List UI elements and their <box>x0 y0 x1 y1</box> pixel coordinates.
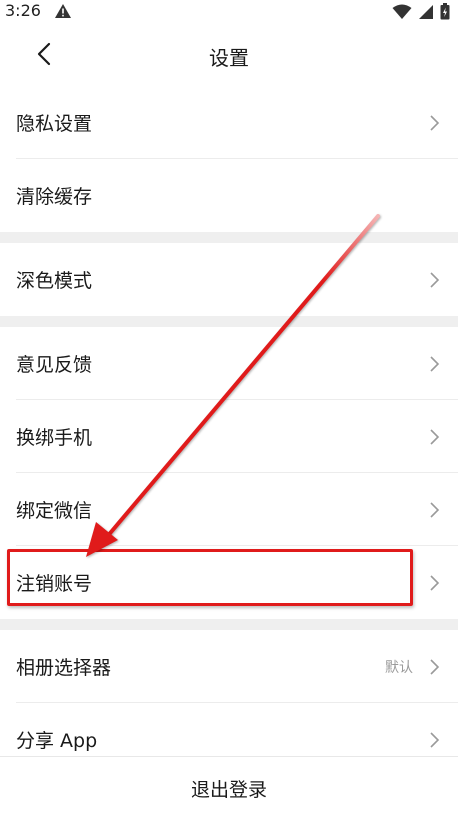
chevron-right-icon <box>430 114 440 131</box>
row-dark-mode[interactable]: 深色模式 <box>0 243 458 316</box>
row-label: 意见反馈 <box>16 354 93 376</box>
status-bar: 3:26 <box>0 0 458 24</box>
row-label: 换绑手机 <box>16 427 93 449</box>
settings-group-general: 隐私设置 清除缓存 <box>0 86 458 232</box>
row-label: 分享 App <box>16 730 98 752</box>
chevron-right-icon <box>430 658 440 675</box>
chevron-right-icon <box>430 355 440 372</box>
page-title: 设置 <box>209 46 249 70</box>
logout-label: 退出登录 <box>190 779 267 801</box>
chevron-right-icon <box>430 501 440 518</box>
row-change-phone[interactable]: 换绑手机 <box>0 400 458 473</box>
row-label: 隐私设置 <box>16 113 93 135</box>
wifi-icon <box>392 4 412 24</box>
row-label: 绑定微信 <box>16 500 93 522</box>
signal-icon <box>418 4 434 24</box>
section-divider <box>0 619 458 630</box>
row-privacy-settings[interactable]: 隐私设置 <box>0 86 458 159</box>
row-label: 注销账号 <box>16 573 93 595</box>
section-divider <box>0 232 458 243</box>
row-delete-account[interactable]: 注销账号 <box>0 546 458 619</box>
chevron-right-icon <box>430 731 440 748</box>
settings-group-account: 意见反馈 换绑手机 绑定微信 注销账号 <box>0 327 458 619</box>
section-divider <box>0 316 458 327</box>
row-album-picker[interactable]: 相册选择器 默认 <box>0 630 458 703</box>
chevron-right-icon <box>430 574 440 591</box>
logout-button[interactable]: 退出登录 <box>0 756 458 820</box>
chevron-right-icon <box>430 271 440 288</box>
row-clear-cache[interactable]: 清除缓存 <box>0 159 458 232</box>
alert-icon <box>54 3 72 23</box>
row-bind-wechat[interactable]: 绑定微信 <box>0 473 458 546</box>
row-value: 默认 <box>385 659 413 676</box>
row-label: 深色模式 <box>16 270 93 292</box>
nav-bar: 设置 <box>0 24 458 86</box>
chevron-right-icon <box>430 428 440 445</box>
row-label: 清除缓存 <box>16 186 93 208</box>
row-feedback[interactable]: 意见反馈 <box>0 327 458 400</box>
settings-group-misc: 相册选择器 默认 分享 App <box>0 630 458 776</box>
settings-group-display: 深色模式 <box>0 243 458 316</box>
row-label: 相册选择器 <box>16 657 112 679</box>
battery-icon <box>440 3 450 24</box>
status-time: 3:26 <box>5 1 41 20</box>
